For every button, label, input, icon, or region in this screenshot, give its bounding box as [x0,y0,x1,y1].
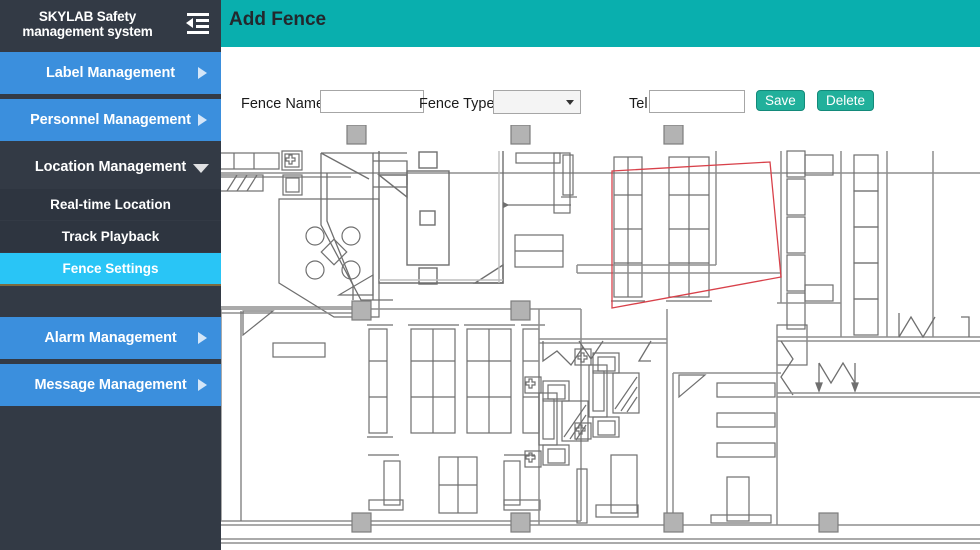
sidebar-subitem-label: Fence Settings [62,261,159,276]
main-content: Fence Name Fence Type Tel Save Delete [221,47,980,550]
save-button[interactable]: Save [756,90,805,111]
chevron-right-icon [198,67,207,79]
app-title: SKYLAB Safety management system [22,8,153,39]
sidebar-item-track-playback[interactable]: Track Playback [0,221,221,252]
brand-header: SKYLAB Safety management system [0,0,221,47]
sidebar-subitem-label: Track Playback [61,229,160,244]
sidebar-subitem-label: Real-time Location [50,197,171,212]
chevron-down-icon [193,164,209,173]
submenu-spacer [0,286,221,312]
sidebar-item-label: Label Management [46,65,175,81]
sidebar-item-label-management[interactable]: Label Management [0,52,221,94]
sidebar: SKYLAB Safety management system Label Ma… [0,0,221,550]
sidebar-item-location-management[interactable]: Location Management [0,146,221,188]
chevron-right-icon [198,379,207,391]
sidebar-item-label: Location Management [34,159,187,175]
fence-type-select[interactable] [493,90,581,114]
floor-plan-canvas[interactable] [221,125,980,550]
tel-input[interactable] [649,90,745,113]
sidebar-item-personnel-management[interactable]: Personnel Management [0,99,221,141]
sidebar-item-message-management[interactable]: Message Management [0,364,221,406]
fence-polygon[interactable] [611,161,782,309]
delete-button[interactable]: Delete [817,90,875,111]
fence-name-input[interactable] [320,90,424,113]
sidebar-item-real-time-location[interactable]: Real-time Location [0,189,221,220]
sidebar-item-fence-settings[interactable]: Fence Settings [0,253,221,284]
fence-form-bar: Fence Name Fence Type Tel Save Delete [221,86,980,126]
chevron-right-icon [198,114,207,126]
page-title: Add Fence [229,9,327,30]
fence-type-label: Fence Type [419,96,495,112]
sidebar-item-alarm-management[interactable]: Alarm Management [0,317,221,359]
tel-label: Tel [629,96,648,112]
floor-plan-container[interactable] [221,125,980,550]
page-header: Add Fence [221,0,980,47]
fence-name-label: Fence Name [241,96,325,112]
sidebar-item-label: Alarm Management [44,330,177,346]
sidebar-item-label: Personnel Management [30,112,191,128]
chevron-right-icon [198,332,207,344]
sidebar-item-label: Message Management [34,377,187,393]
collapse-menu-icon[interactable] [183,10,213,37]
